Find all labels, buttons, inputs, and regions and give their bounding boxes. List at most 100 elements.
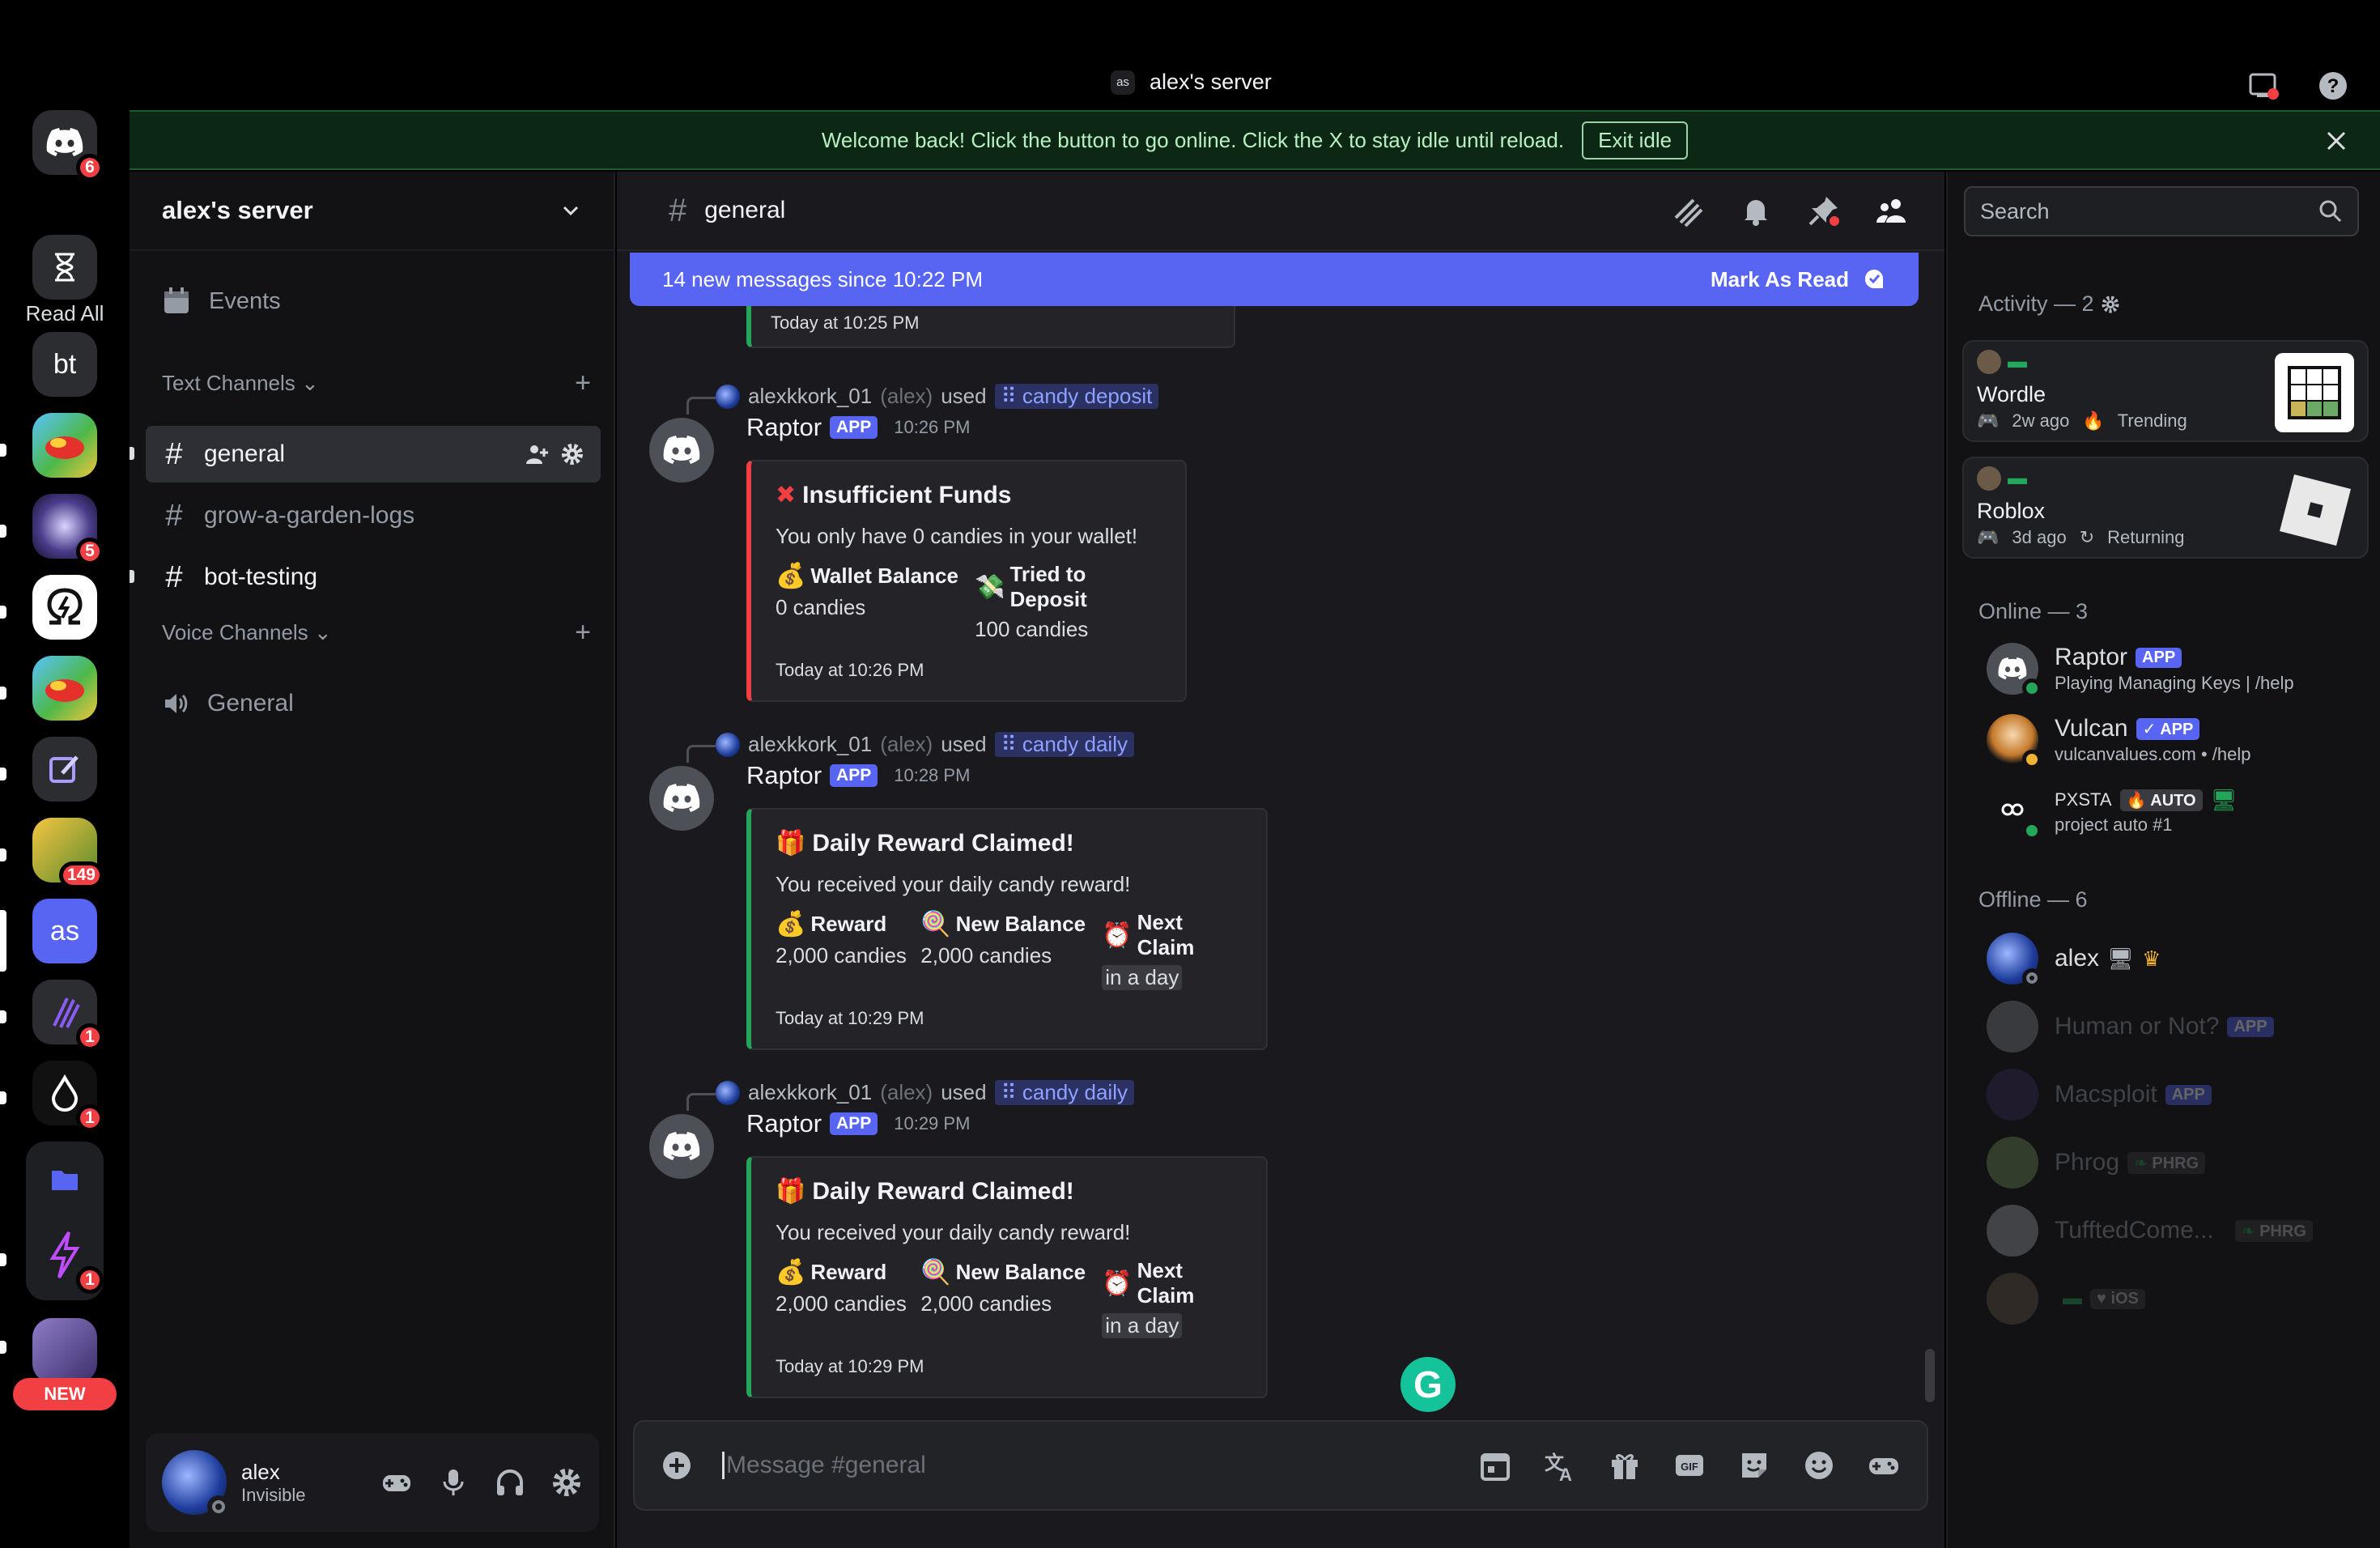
auto-tag: 🔥 AUTO	[2119, 789, 2203, 811]
member-tufftedcome[interactable]: TufftedCome... ❧ PHRG	[1987, 1205, 2359, 1257]
controller-icon: 🎮	[1977, 527, 2000, 547]
bot-avatar[interactable]	[649, 418, 714, 483]
message-composer[interactable]: Message #general 文A GIF	[633, 1420, 1928, 1511]
embed-title: Insufficient Funds	[802, 481, 1012, 508]
gif-icon[interactable]: GIF	[1672, 1448, 1706, 1482]
member-human-or-not[interactable]: Human or Not? APP	[1987, 1001, 2359, 1053]
slash-command[interactable]: ⠿ candy daily	[994, 1080, 1134, 1105]
command-reply[interactable]: alexkkork_01 (alex) used ⠿ candy daily	[686, 1080, 1134, 1111]
voice-channels-category[interactable]: Voice Channels ⌄ +	[162, 617, 591, 649]
new-messages-bar[interactable]: 14 new messages since 10:22 PM Mark As R…	[630, 253, 1919, 306]
avatar	[1987, 1273, 2038, 1325]
channel-general[interactable]: # general	[146, 426, 601, 483]
bot-avatar[interactable]	[649, 766, 714, 831]
help-icon[interactable]: ?	[2317, 70, 2349, 102]
text-channels-label: Text Channels ⌄	[162, 371, 319, 396]
events-item[interactable]: Events	[162, 287, 281, 316]
unread-pip	[0, 1091, 6, 1104]
game-server[interactable]: 149	[32, 818, 104, 889]
activity-card-roblox[interactable]: ▬ Roblox 🎮 3d ago ↻ Returning	[1962, 457, 2369, 559]
activity-card-wordle[interactable]: ▬ Wordle 🎮 2w ago 🔥 Trending	[1962, 340, 2369, 442]
roblox-logo-icon	[2280, 474, 2351, 546]
inbox-icon[interactable]	[2247, 70, 2280, 102]
command-reply[interactable]: alexkkork_01 (alex) used ⠿ candy daily	[686, 732, 1134, 763]
slash-command[interactable]: ⠿ candy deposit	[994, 384, 1159, 409]
editor-server[interactable]	[32, 737, 97, 802]
money-bag-icon: 💰	[776, 563, 806, 589]
read-all-button[interactable]: Read All	[16, 301, 113, 326]
omega-icon	[47, 588, 83, 625]
avatar[interactable]	[162, 1450, 230, 1518]
member-phrog[interactable]: Phrog ❧ PHRG	[1987, 1137, 2359, 1189]
server-tag: as	[1111, 70, 1135, 95]
new-server[interactable]	[32, 1318, 97, 1383]
gear-icon[interactable]	[560, 442, 584, 466]
bot-avatar[interactable]	[649, 1114, 714, 1179]
command-reply[interactable]: alexkkork_01 (alex) used ⠿ candy deposit	[686, 384, 1159, 415]
verified-app-tag: ✓ APP	[2136, 717, 2200, 740]
member-macsploit[interactable]: Macsploit APP	[1987, 1069, 2359, 1121]
hourglass-server[interactable]	[32, 235, 97, 300]
channel-bot-testing[interactable]: # bot-testing	[146, 549, 601, 606]
sticker-icon[interactable]	[1737, 1448, 1771, 1482]
calendar-icon[interactable]	[1478, 1448, 1512, 1482]
bot-name[interactable]: Raptor	[746, 413, 822, 442]
pin-icon[interactable]	[1807, 194, 1841, 228]
gift-icon[interactable]	[1608, 1448, 1642, 1482]
server-as[interactable]: as	[32, 899, 97, 963]
claw-icon	[53, 997, 80, 1028]
field-name: New Balance	[955, 1260, 1086, 1284]
mark-as-read-button[interactable]: Mark As Read	[1711, 267, 1886, 292]
wolf-server[interactable]: 5	[32, 494, 104, 565]
bell-icon[interactable]	[1739, 194, 1773, 228]
controller-icon[interactable]	[380, 1466, 413, 1499]
idle-banner: Welcome back! Click the button to go onl…	[130, 110, 2380, 170]
user-name: alex	[241, 1459, 280, 1484]
member-list-icon[interactable]	[1875, 194, 1909, 228]
bolt-server[interactable]: 1	[32, 1223, 104, 1294]
add-channel-icon[interactable]: +	[575, 368, 591, 399]
server-bt[interactable]: bt	[32, 332, 97, 397]
unread-pip	[130, 570, 134, 583]
tag-text: iOS	[2110, 1289, 2139, 1308]
wordle-art-icon	[2275, 353, 2354, 432]
controller-icon[interactable]	[1867, 1448, 1901, 1482]
translate-icon[interactable]: 文A	[1543, 1448, 1577, 1482]
close-icon[interactable]	[2320, 125, 2352, 157]
channel-grow-a-garden-logs[interactable]: # grow-a-garden-logs	[146, 487, 601, 544]
add-channel-icon[interactable]: +	[575, 617, 591, 649]
home-button[interactable]: 6	[32, 110, 104, 181]
member-ios[interactable]: ▬ ♥ iOS	[1987, 1273, 2359, 1325]
voice-channel-general[interactable]: General	[146, 675, 601, 732]
threads-icon[interactable]	[1671, 194, 1705, 228]
search-box[interactable]	[1964, 186, 2359, 236]
server-header[interactable]: alex's server	[130, 172, 614, 251]
emoji-icon[interactable]	[1802, 1448, 1836, 1482]
message-input[interactable]: Message #general	[722, 1452, 926, 1479]
bot-name[interactable]: Raptor	[746, 1109, 822, 1138]
slash-command[interactable]: ⠿ candy daily	[994, 732, 1134, 757]
reply-spine	[686, 1093, 716, 1111]
scrollbar-thumb[interactable]	[1925, 1349, 1935, 1402]
member-alex[interactable]: alex 🖥 ♛	[1987, 933, 2359, 988]
add-attachment-icon[interactable]	[661, 1449, 693, 1482]
text-channels-category[interactable]: Text Channels ⌄ +	[162, 368, 591, 399]
headphones-icon[interactable]	[494, 1466, 526, 1499]
microphone-icon[interactable]	[437, 1466, 470, 1499]
drop-server[interactable]: 1	[32, 1061, 104, 1132]
grammarly-icon[interactable]: G	[1397, 1354, 1459, 1415]
search-input[interactable]	[1980, 198, 2318, 224]
member-raptor[interactable]: Raptor APP Playing Managing Keys | /help	[1987, 643, 2359, 698]
gear-icon[interactable]	[550, 1466, 583, 1499]
omega-server[interactable]	[32, 575, 97, 640]
member-pxsta[interactable]: PXSTA 🔥 AUTO 🖥 project auto #1	[1987, 785, 2359, 840]
gift-icon: 🎁	[776, 830, 806, 857]
member-vulcan[interactable]: Vulcan ✓ APP vulcanvalues.com • /help	[1987, 714, 2359, 769]
invite-icon[interactable]	[525, 442, 549, 466]
claw-server[interactable]: 1	[32, 980, 104, 1051]
exit-idle-button[interactable]: Exit idle	[1582, 121, 1689, 159]
garden-server-1[interactable]	[32, 413, 97, 478]
garden-server-2[interactable]	[32, 656, 97, 721]
bot-name[interactable]: Raptor	[746, 761, 822, 790]
gear-icon[interactable]	[2101, 295, 2120, 314]
